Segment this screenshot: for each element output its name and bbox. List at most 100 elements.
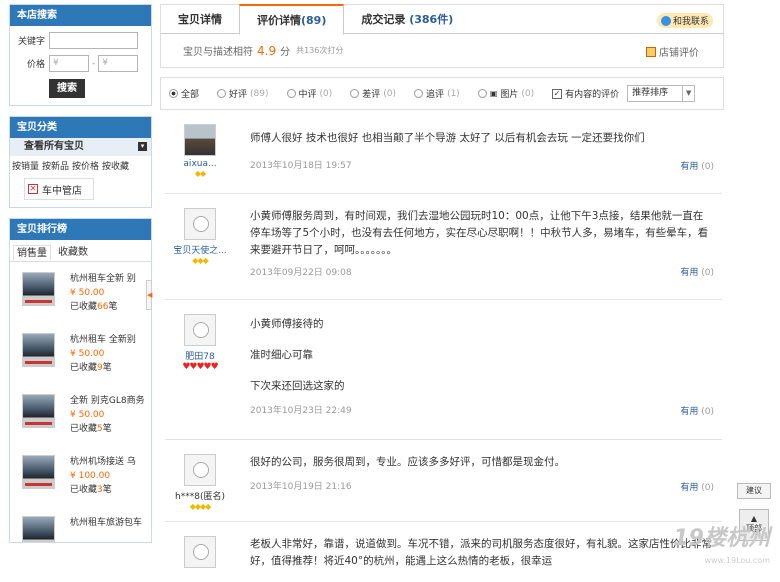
product-name[interactable]: 杭州租车全新 别 — [70, 272, 136, 286]
suggest-button[interactable]: 建议 — [737, 483, 771, 499]
avatar[interactable] — [184, 536, 216, 568]
main-panel: 宝贝详情 评价详情(89) 成交记录 (386件) 和我联系 宝贝与描述相符 4… — [160, 4, 724, 582]
filter-image[interactable]: ▣ 图片 (0) — [477, 87, 535, 100]
search-button[interactable]: 搜索 — [49, 79, 85, 98]
avatar[interactable] — [184, 314, 216, 346]
list-item[interactable]: 杭州租车旅游包车 — [10, 506, 151, 542]
filter-followup[interactable]: 追评 (1) — [414, 87, 460, 100]
rating-summary: 宝贝与描述相符 4.9 分 共136次打分 店铺评价 — [160, 34, 724, 68]
useful-count: (0) — [701, 268, 714, 278]
sidebar-toggle-icon[interactable]: ◀ — [146, 280, 152, 310]
watermark-logo: 19楼杭州 — [673, 526, 770, 551]
collapse-icon[interactable]: ▾ — [138, 142, 147, 151]
category-box: 宝贝分类 查看所有宝贝 ▾ 按销量 按新品 按价格 按收藏 ✕ 车中管店 — [9, 116, 152, 208]
useful-button[interactable]: 有用 (0) — [680, 159, 714, 172]
filter-label: 差评 — [362, 90, 381, 100]
list-item[interactable]: 全新 别克GL8商务 ¥ 50.00 已收藏5笔 — [10, 384, 151, 445]
reviewer-name[interactable]: h***8(匿名) — [165, 489, 235, 502]
product-name[interactable]: 杭州租车 全新别 — [70, 333, 136, 347]
sort-by-new[interactable]: 按新品 — [42, 159, 69, 172]
view-all-label: 查看所有宝贝 — [24, 141, 84, 152]
radio-icon[interactable] — [286, 89, 296, 98]
useful-count: (0) — [701, 162, 714, 172]
sort-by-favorites[interactable]: 按收藏 — [102, 159, 129, 172]
product-name[interactable]: 全新 别克GL8商务 — [70, 394, 145, 408]
product-thumbnail[interactable] — [22, 394, 55, 428]
review-text-line: 小黄师傅接待的 — [250, 318, 324, 330]
useful-label: 有用 — [680, 268, 699, 278]
filter-good[interactable]: 好评 (89) — [217, 87, 269, 100]
product-name[interactable]: 杭州租车旅游包车 — [70, 516, 142, 530]
fav-suffix: 笔 — [102, 424, 112, 434]
filter-count: (89) — [250, 88, 269, 99]
radio-icon[interactable] — [350, 89, 360, 98]
fav-prefix: 已收藏 — [70, 485, 98, 495]
product-thumbnail[interactable] — [22, 333, 55, 367]
sort-by-price[interactable]: 按价格 — [72, 159, 99, 172]
fav-prefix: 已收藏 — [70, 302, 98, 312]
shop-link[interactable]: ✕ 车中管店 — [24, 178, 94, 200]
shop-name: 车中管店 — [42, 185, 82, 197]
has-content-label: 有内容的评价 — [565, 90, 620, 100]
filter-neutral[interactable]: 中评 (0) — [286, 87, 332, 100]
product-thumbnail[interactable] — [22, 272, 55, 306]
price-max-input[interactable]: ¥ — [98, 55, 139, 72]
sort-by-sales[interactable]: 按销量 — [12, 159, 39, 172]
review-date: 2013年09月22日 09:08 — [250, 268, 352, 278]
contact-button[interactable]: 和我联系 — [656, 13, 713, 28]
sort-select[interactable]: 推荐排序 ▼ — [627, 85, 696, 102]
reviewer-level-badge: ◆◆ — [194, 169, 206, 178]
useful-button[interactable]: 有用 (0) — [680, 480, 714, 493]
has-content-checkbox[interactable]: ✓ — [552, 88, 563, 99]
tab-deals[interactable]: 成交记录 (386件) — [344, 5, 470, 33]
filter-all[interactable]: 全部 — [169, 87, 199, 100]
shop-search-box: 本店搜索 关键字 价格 ¥ - ¥ 搜索 — [9, 4, 152, 106]
list-item[interactable]: 杭州租车全新 别 ¥ 50.00 已收藏66笔 — [10, 262, 151, 323]
list-item[interactable]: 杭州租车 全新别 ¥ 50.00 已收藏9笔 — [10, 323, 151, 384]
watermark-url: www.19Lou.com — [704, 556, 770, 565]
avatar[interactable] — [184, 454, 216, 486]
radio-icon[interactable] — [169, 89, 178, 98]
filter-count: (0) — [383, 88, 397, 99]
rating-unit: 分 — [280, 47, 291, 58]
tab-deals-count: (386件) — [409, 13, 454, 26]
fav-prefix: 已收藏 — [70, 424, 98, 434]
product-thumbnail[interactable] — [22, 516, 55, 542]
review-text-line: 准时细心可靠 — [250, 349, 313, 361]
price-min-input[interactable]: ¥ — [49, 55, 89, 72]
radio-icon[interactable] — [414, 89, 424, 98]
tab-reviews-count: (89) — [301, 14, 327, 27]
useful-count: (0) — [701, 407, 714, 417]
useful-button[interactable]: 有用 (0) — [680, 404, 714, 417]
list-item[interactable]: 杭州机场接送 乌 ¥ 100.00 已收藏3笔 — [10, 445, 151, 506]
reviewer-name[interactable]: 肥田78 — [165, 349, 235, 362]
useful-label: 有用 — [680, 407, 699, 417]
reviewer-level-badge: ◆◆◆ — [192, 256, 208, 265]
store-rating-link[interactable]: 店铺评价 — [646, 44, 699, 59]
tab-item-details[interactable]: 宝贝详情 — [161, 5, 239, 33]
avatar[interactable] — [184, 124, 216, 156]
price-separator: - — [92, 58, 96, 69]
ranking-title: 宝贝排行榜 — [10, 219, 151, 240]
radio-icon[interactable] — [217, 89, 227, 98]
tab-sales[interactable]: 销售量 — [13, 245, 51, 261]
keyword-input[interactable] — [49, 32, 138, 49]
review-date: 2013年10月23日 22:49 — [250, 406, 352, 416]
avatar[interactable] — [184, 208, 216, 240]
filter-label: 中评 — [298, 90, 317, 100]
review-date: 2013年10月19日 21:16 — [250, 482, 352, 492]
tab-favorites[interactable]: 收藏数 — [55, 245, 91, 261]
filter-bad[interactable]: 差评 (0) — [350, 87, 396, 100]
reviewer-name[interactable]: 宝贝天使之... — [165, 243, 235, 256]
radio-icon[interactable] — [477, 89, 487, 98]
fav-suffix: 笔 — [102, 363, 112, 373]
useful-count: (0) — [701, 483, 714, 493]
useful-button[interactable]: 有用 (0) — [680, 265, 714, 278]
product-name[interactable]: 杭州机场接送 乌 — [70, 455, 136, 469]
product-thumbnail[interactable] — [22, 455, 55, 489]
tab-reviews[interactable]: 评价详情(89) — [239, 4, 345, 35]
reviewer-name[interactable]: aixua... — [165, 159, 235, 169]
view-all-items[interactable]: 查看所有宝贝 ▾ — [10, 138, 151, 156]
review-text: 师傅人很好 技术也很好 也相当颠了半个导游 太好了 以后有机会去玩 一定还要找你… — [250, 132, 645, 144]
filter-count: (0) — [521, 88, 535, 99]
